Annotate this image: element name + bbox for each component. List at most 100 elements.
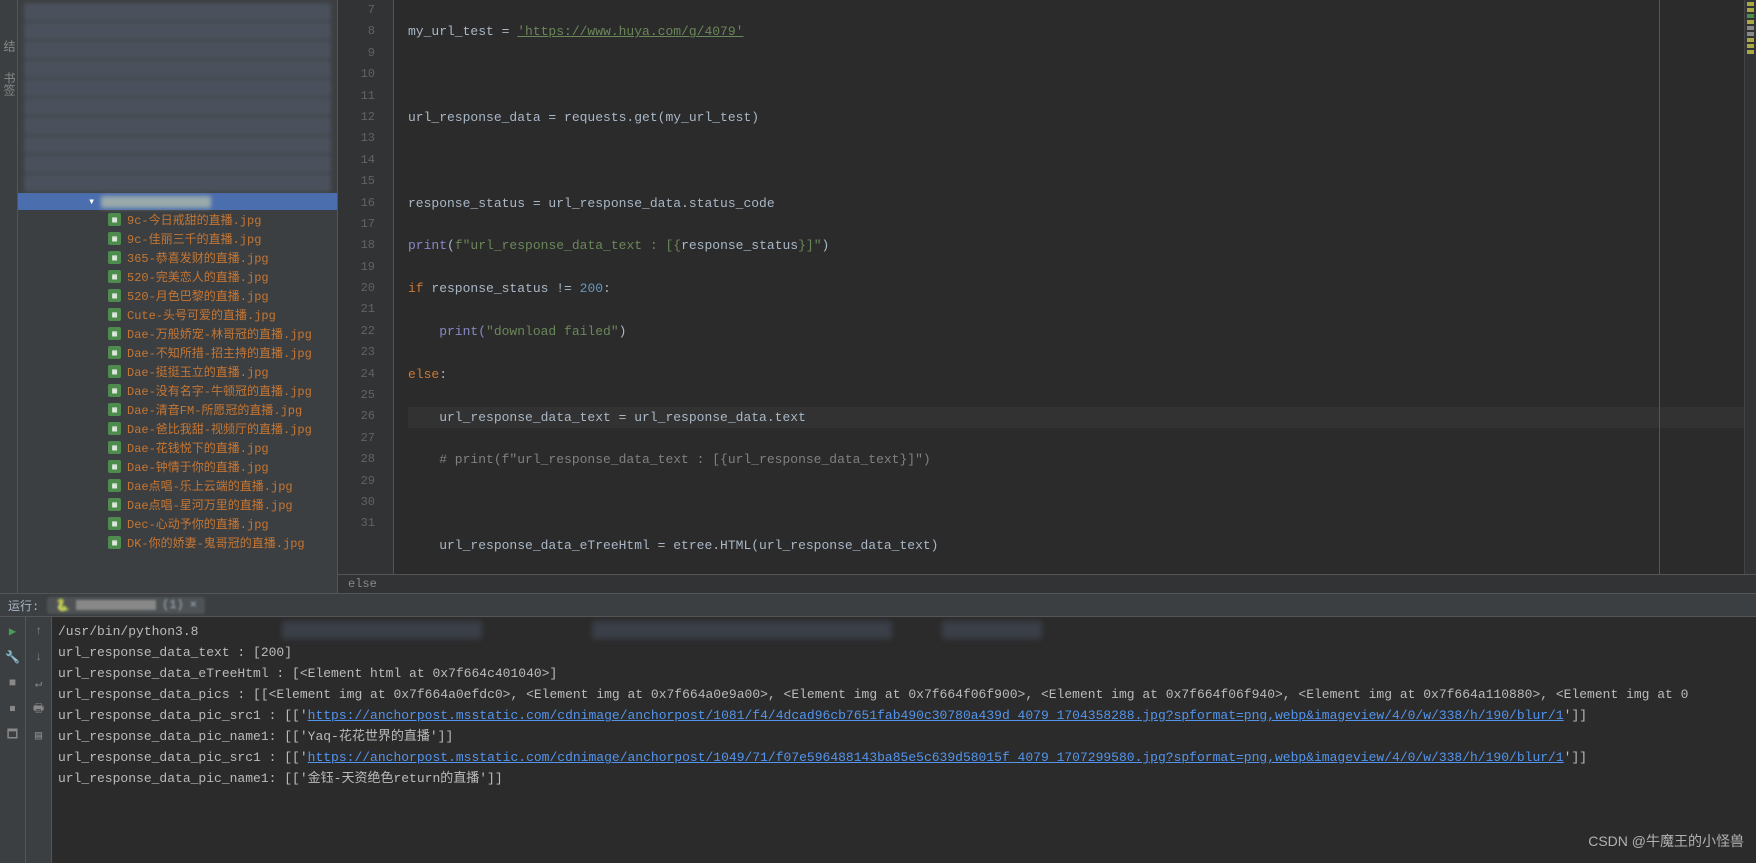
image-file-icon: ▦ bbox=[108, 365, 121, 378]
console-line: url_response_data_text : [200] bbox=[58, 642, 1750, 663]
console-line: url_response_data_pic_name1: [['金钰-天资绝色r… bbox=[58, 768, 1750, 789]
tree-file[interactable]: ▦ 9c-今日戒甜的直播.jpg bbox=[18, 210, 337, 229]
tree-file[interactable]: ▦ 520-完美恋人的直播.jpg bbox=[18, 267, 337, 286]
tree-file-label: Dae点唱-乐上云端的直播.jpg bbox=[127, 477, 293, 494]
layout-icon[interactable]: 🗖 bbox=[5, 727, 21, 743]
run-config-tab[interactable]: 🐍 (1) × bbox=[47, 597, 205, 614]
tree-file-label: Dae-万般娇宠-林哥冠的直播.jpg bbox=[127, 325, 312, 342]
tree-file[interactable]: ▦ Dae-清音FM-所愿冠的直播.jpg bbox=[18, 400, 337, 419]
breadcrumb: else bbox=[338, 574, 1756, 593]
tree-file-label: Dae-不知所措-招主持的直播.jpg bbox=[127, 344, 312, 361]
image-file-icon: ▦ bbox=[108, 479, 121, 492]
left-tool-strip: 结 书签 bbox=[0, 0, 18, 593]
tree-item-blur bbox=[24, 60, 331, 78]
rerun-icon[interactable]: ▶ bbox=[5, 623, 21, 639]
image-file-icon: ▦ bbox=[108, 308, 121, 321]
tree-file[interactable]: ▦ 520-月色巴黎的直播.jpg bbox=[18, 286, 337, 305]
image-file-icon: ▦ bbox=[108, 460, 121, 473]
structure-tab[interactable]: 结 bbox=[0, 40, 17, 52]
image-file-icon: ▦ bbox=[108, 384, 121, 397]
tree-item-blur bbox=[24, 155, 331, 173]
run-panel-header: 运行: 🐍 (1) × bbox=[0, 594, 1756, 617]
python-icon: 🐍 bbox=[55, 598, 70, 613]
tree-file-label: 9c-今日戒甜的直播.jpg bbox=[127, 211, 261, 228]
code-area[interactable]: my_url_test = 'https://www.huya.com/g/40… bbox=[404, 0, 1744, 574]
tree-file-label: Dae-钟情于你的直播.jpg bbox=[127, 458, 269, 475]
tree-file-label: 520-月色巴黎的直播.jpg bbox=[127, 287, 269, 304]
tree-file-label: Dec-心动予你的直播.jpg bbox=[127, 515, 269, 532]
image-file-icon: ▦ bbox=[108, 327, 121, 340]
tree-file[interactable]: ▦ Cute-头号可爱的直播.jpg bbox=[18, 305, 337, 324]
console-line: url_response_data_pics : [[<Element img … bbox=[58, 684, 1750, 705]
image-file-icon: ▦ bbox=[108, 251, 121, 264]
line-gutter: 7891011121314151617181920212223242526272… bbox=[338, 0, 394, 574]
tree-file[interactable]: ▦ Dae-挺挺玉立的直播.jpg bbox=[18, 362, 337, 381]
console-link[interactable]: https://anchorpost.msstatic.com/cdnimage… bbox=[308, 708, 1564, 723]
tree-file[interactable]: ▦ 9c-佳丽三千的直播.jpg bbox=[18, 229, 337, 248]
tree-file[interactable]: ▦ Dae点唱-乐上云端的直播.jpg bbox=[18, 476, 337, 495]
minimap[interactable] bbox=[1744, 0, 1756, 574]
tree-file-label: Dae-清音FM-所愿冠的直播.jpg bbox=[127, 401, 302, 418]
tree-file-label: DK-你的娇妻-鬼哥冠的直播.jpg bbox=[127, 534, 305, 551]
tree-file-label: Dae-爸比我甜-视频厅的直播.jpg bbox=[127, 420, 312, 437]
image-file-icon: ▦ bbox=[108, 232, 121, 245]
console-link[interactable]: https://anchorpost.msstatic.com/cdnimage… bbox=[308, 750, 1564, 765]
image-file-icon: ▦ bbox=[108, 270, 121, 283]
tree-file-label: 520-完美恋人的直播.jpg bbox=[127, 268, 269, 285]
up-icon[interactable]: ↑ bbox=[31, 623, 47, 639]
console-line: url_response_data_pic_src1 : [['https://… bbox=[58, 747, 1750, 768]
watermark: CSDN @牛魔王的小怪兽 bbox=[1588, 831, 1744, 851]
code-editor[interactable]: 7891011121314151617181920212223242526272… bbox=[338, 0, 1756, 574]
image-file-icon: ▦ bbox=[108, 517, 121, 530]
filter-icon[interactable]: ▤ bbox=[31, 727, 47, 743]
exit-icon[interactable]: ⏹ bbox=[5, 701, 21, 717]
console-line: url_response_data_eTreeHtml : [<Element … bbox=[58, 663, 1750, 684]
image-file-icon: ▦ bbox=[108, 289, 121, 302]
close-icon[interactable]: × bbox=[190, 598, 197, 612]
tree-file[interactable]: ▦ 365-恭喜发财的直播.jpg bbox=[18, 248, 337, 267]
tree-item-blur bbox=[24, 174, 331, 192]
tools-icon[interactable]: 🔧 bbox=[5, 649, 21, 665]
project-tree[interactable]: ▾ ▦ 9c-今日戒甜的直播.jpg ▦ 9c-佳丽三千的直播.jpg ▦ 365-恭喜发… bbox=[18, 0, 338, 593]
console-line: url_response_data_pic_src1 : [['https://… bbox=[58, 705, 1750, 726]
fold-strip bbox=[394, 0, 404, 574]
stop-icon[interactable]: ■ bbox=[5, 675, 21, 691]
tree-item-blur bbox=[24, 3, 331, 21]
run-label: 运行: bbox=[8, 597, 39, 614]
tree-item-blur bbox=[24, 98, 331, 116]
tree-file[interactable]: ▦ Dae-爸比我甜-视频厅的直播.jpg bbox=[18, 419, 337, 438]
image-file-icon: ▦ bbox=[108, 346, 121, 359]
image-file-icon: ▦ bbox=[108, 422, 121, 435]
console-line: url_response_data_pic_name1: [['Yaq-花花世界… bbox=[58, 726, 1750, 747]
image-file-icon: ▦ bbox=[108, 441, 121, 454]
run-toolbar-left-2: ↑ ↓ ↵ 🖶 ▤ bbox=[26, 617, 52, 863]
tree-file[interactable]: ▦ Dec-心动予你的直播.jpg bbox=[18, 514, 337, 533]
run-console[interactable]: /usr/bin/python3.8url_response_data_text… bbox=[52, 617, 1756, 863]
tree-file-label: Dae-花钱悦下的直播.jpg bbox=[127, 439, 269, 456]
tree-folder-selected[interactable]: ▾ bbox=[18, 193, 337, 210]
image-file-icon: ▦ bbox=[108, 213, 121, 226]
tree-file[interactable]: ▦ Dae-花钱悦下的直播.jpg bbox=[18, 438, 337, 457]
right-margin-line bbox=[1659, 0, 1660, 574]
tree-item-blur bbox=[24, 41, 331, 59]
chevron-down-icon: ▾ bbox=[88, 194, 95, 209]
tree-file-label: 9c-佳丽三千的直播.jpg bbox=[127, 230, 261, 247]
tree-file[interactable]: ▦ DK-你的娇妻-鬼哥冠的直播.jpg bbox=[18, 533, 337, 552]
image-file-icon: ▦ bbox=[108, 536, 121, 549]
tree-item-blur bbox=[24, 117, 331, 135]
bookmark-tab[interactable]: 书签 bbox=[0, 72, 17, 96]
tree-file[interactable]: ▦Dae-没有名字-牛顿冠的直播.jpg bbox=[18, 381, 337, 400]
tree-file-label: Cute-头号可爱的直播.jpg bbox=[127, 306, 276, 323]
tree-file[interactable]: ▦Dae点唱-星河万里的直播.jpg bbox=[18, 495, 337, 514]
tree-file-label: Dae-挺挺玉立的直播.jpg bbox=[127, 363, 269, 380]
down-icon[interactable]: ↓ bbox=[31, 649, 47, 665]
tree-file[interactable]: ▦ Dae-钟情于你的直播.jpg bbox=[18, 457, 337, 476]
tree-file-label: Dae点唱-星河万里的直播.jpg bbox=[127, 496, 293, 513]
tree-file[interactable]: ▦ Dae-万般娇宠-林哥冠的直播.jpg bbox=[18, 324, 337, 343]
tree-item-blur bbox=[24, 79, 331, 97]
tree-file[interactable]: ▦ Dae-不知所措-招主持的直播.jpg bbox=[18, 343, 337, 362]
wrap-icon[interactable]: ↵ bbox=[31, 675, 47, 691]
tree-file-label: 365-恭喜发财的直播.jpg bbox=[127, 249, 269, 266]
image-file-icon: ▦ bbox=[108, 403, 121, 416]
print-icon[interactable]: 🖶 bbox=[31, 701, 47, 717]
